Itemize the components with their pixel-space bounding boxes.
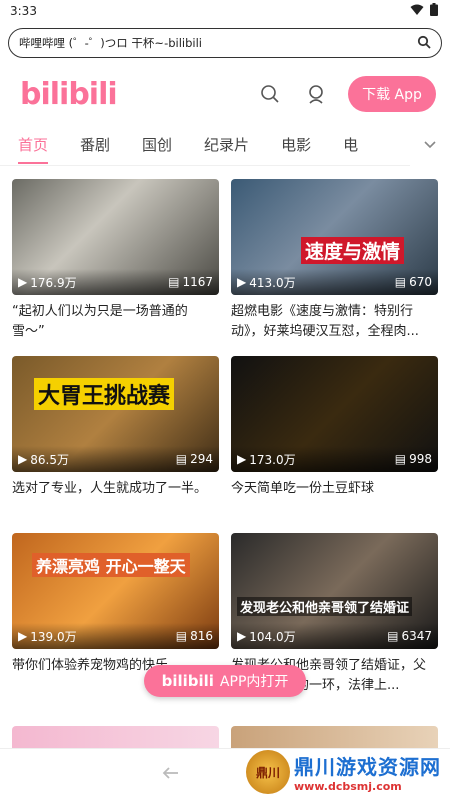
tab-documentary[interactable]: 纪录片 <box>204 124 249 166</box>
category-tabs: 首页 番剧 国创 纪录片 电影 电 <box>0 124 450 166</box>
tab-tv[interactable]: 电 <box>343 124 358 166</box>
partial-video-row <box>12 726 438 748</box>
view-count: 86.5万 <box>30 452 69 467</box>
thumbnail-caption: 大胃王挑战赛 <box>34 378 175 410</box>
view-count: 176.9万 <box>30 275 77 290</box>
video-thumbnail[interactable] <box>231 726 438 748</box>
view-count: 173.0万 <box>249 452 296 467</box>
video-thumbnail[interactable]: 发现老公和他亲哥领了结婚证 ▶ 104.0万 ▤ 6347 <box>231 533 438 649</box>
status-time: 3:33 <box>10 4 37 18</box>
danmaku-icon: ▤ <box>387 629 399 643</box>
video-title[interactable]: “起初人们以为只是一场普通的雪〜” <box>12 302 219 344</box>
danmaku-icon: ▤ <box>175 452 188 466</box>
search-icon[interactable] <box>256 80 284 108</box>
back-arrow-icon[interactable] <box>162 765 180 784</box>
thumbnail-caption: 速度与激情 <box>301 237 405 264</box>
video-title[interactable]: 今天简单吃一份土豆虾球 <box>231 479 438 521</box>
video-title[interactable]: 选对了专业，人生就成功了一半。 <box>12 479 219 521</box>
danmaku-count: 294 <box>190 452 213 466</box>
play-icon: ▶ <box>237 629 247 643</box>
danmaku-count: 670 <box>409 275 432 289</box>
video-card[interactable]: 速度与激情 ▶ 413.0万 ▤ 670 超燃电影《速度与激情：特别行动》，好莱坞硬… <box>231 179 438 344</box>
tab-home[interactable]: 首页 <box>18 124 49 166</box>
video-thumbnail[interactable]: ▶ 173.0万 ▤ 998 <box>231 356 438 472</box>
danmaku-count: 998 <box>409 452 432 466</box>
thumbnail-caption: 养漂亮鸡 开心一整天 <box>32 553 190 577</box>
danmaku-icon: ▤ <box>168 275 180 289</box>
view-count: 104.0万 <box>249 629 296 644</box>
video-card[interactable]: ▶ 173.0万 ▤ 998 今天简单吃一份土豆虾球 <box>231 356 438 521</box>
video-thumbnail[interactable]: 大胃王挑战赛 ▶ 86.5万 ▤ 294 <box>12 356 219 472</box>
bilibili-logo: bilibili <box>161 672 214 690</box>
watermark-name: 鼎川游戏资源网 <box>294 755 441 779</box>
url-bar[interactable]: 哔哩哔哩 (゜-゜)つロ 干杯~-bilibili <box>8 28 442 58</box>
download-app-button[interactable]: 下载 App <box>348 76 436 112</box>
play-icon: ▶ <box>237 452 247 466</box>
thumbnail-caption: 发现老公和他亲哥领了结婚证 <box>237 597 413 616</box>
user-icon[interactable] <box>302 80 330 108</box>
tab-movie[interactable]: 电影 <box>281 124 311 166</box>
danmaku-icon: ▤ <box>394 452 407 466</box>
danmaku-icon: ▤ <box>394 275 407 289</box>
tab-guochuang[interactable]: 国创 <box>142 124 172 166</box>
wifi-icon <box>410 4 424 19</box>
video-thumbnail[interactable]: ▶ 176.9万 ▤ 1167 <box>12 179 219 295</box>
bilibili-logo[interactable]: bilibili <box>20 77 256 112</box>
open-in-app-label: APP内打开 <box>219 674 289 690</box>
site-watermark: 鼎川 鼎川游戏资源网 www.dcbsmj.com <box>246 748 446 796</box>
site-header: bilibili 下载 App <box>0 64 450 124</box>
video-card[interactable]: ▶ 176.9万 ▤ 1167 “起初人们以为只是一场普通的雪〜” <box>12 179 219 344</box>
watermark-badge: 鼎川 <box>246 750 290 794</box>
view-count: 413.0万 <box>249 275 296 290</box>
url-text: 哔哩哔哩 (゜-゜)つロ 干杯~-bilibili <box>19 36 202 50</box>
danmaku-icon: ▤ <box>175 629 188 643</box>
view-count: 139.0万 <box>30 629 77 644</box>
tab-anime[interactable]: 番剧 <box>80 124 110 166</box>
chevron-down-icon[interactable] <box>410 124 450 166</box>
play-icon: ▶ <box>237 275 247 289</box>
danmaku-count: 1167 <box>182 275 213 289</box>
play-icon: ▶ <box>18 452 28 466</box>
status-bar: 3:33 <box>0 0 450 22</box>
search-icon[interactable] <box>417 35 431 52</box>
video-thumbnail[interactable]: 速度与激情 ▶ 413.0万 ▤ 670 <box>231 179 438 295</box>
video-card[interactable]: 大胃王挑战赛 ▶ 86.5万 ▤ 294 选对了专业，人生就成功了一半。 <box>12 356 219 521</box>
video-thumbnail[interactable]: 养漂亮鸡 开心一整天 ▶ 139.0万 ▤ 816 <box>12 533 219 649</box>
video-title[interactable]: 超燃电影《速度与激情：特别行动》，好莱坞硬汉互怼，全程肉... <box>231 302 438 344</box>
battery-icon <box>430 3 438 19</box>
play-icon: ▶ <box>18 629 28 643</box>
video-thumbnail[interactable] <box>12 726 219 748</box>
play-icon: ▶ <box>18 275 28 289</box>
danmaku-count: 816 <box>190 629 213 643</box>
video-grid: ▶ 176.9万 ▤ 1167 “起初人们以为只是一场普通的雪〜” 速度与激情 ▶ 4… <box>0 166 450 698</box>
watermark-url: www.dcbsmj.com <box>294 780 402 793</box>
open-in-app-button[interactable]: bilibili APP内打开 <box>144 665 306 697</box>
danmaku-count: 6347 <box>401 629 432 643</box>
